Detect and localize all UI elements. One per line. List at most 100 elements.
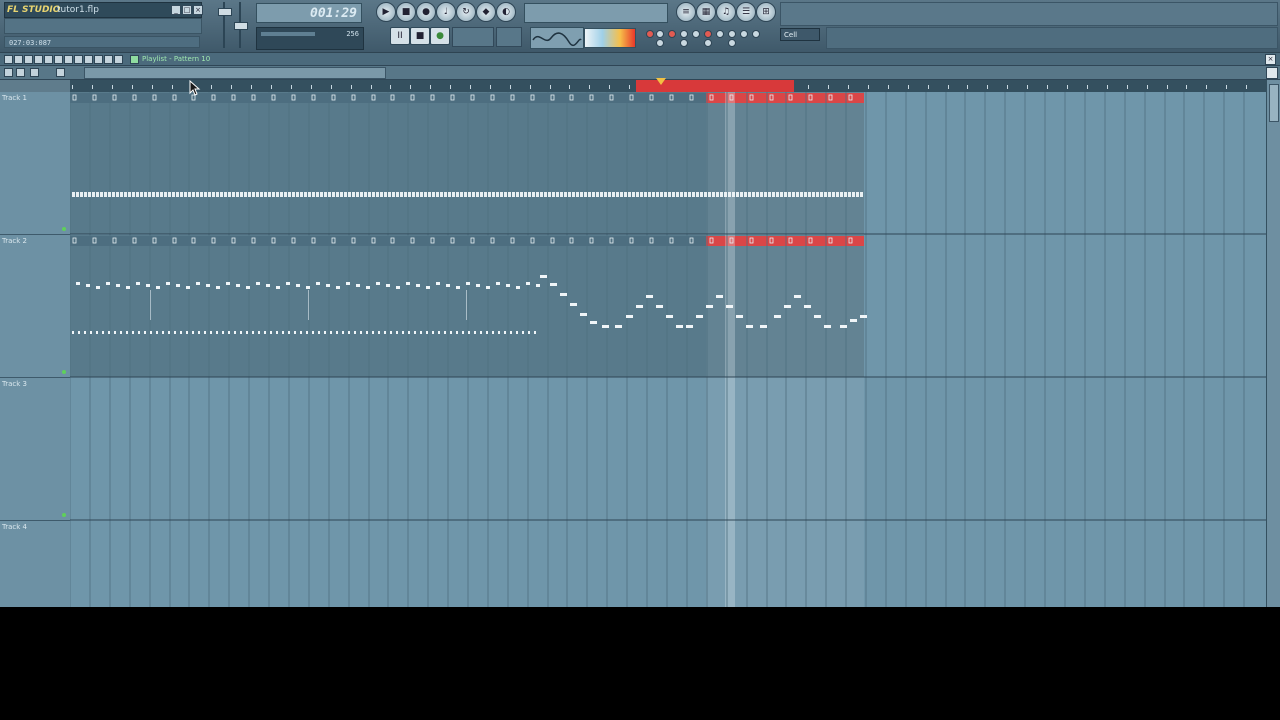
- snap-dot-icon[interactable]: [646, 30, 654, 38]
- snap-dot-icon[interactable]: [680, 39, 688, 47]
- ruler-tick: [908, 85, 909, 89]
- playlist-icon[interactable]: ≡: [676, 2, 696, 22]
- browser-icon[interactable]: ☰: [736, 2, 756, 22]
- snap-dot-icon[interactable]: [740, 30, 748, 38]
- master-volume-slider[interactable]: [218, 2, 232, 48]
- slide-icon[interactable]: [104, 55, 113, 64]
- slider-knob[interactable]: [234, 22, 248, 30]
- playlist-canvas[interactable]: [70, 92, 1266, 607]
- snap-dot-icon[interactable]: [728, 30, 736, 38]
- playback-icon[interactable]: [84, 55, 93, 64]
- playlist-header: Playlist - Pattern 10 ×: [0, 53, 1280, 66]
- vertical-scrollbar[interactable]: [1266, 80, 1280, 607]
- note: [402, 331, 404, 334]
- note: [116, 284, 120, 287]
- brush-icon[interactable]: [24, 55, 33, 64]
- playlist-grid[interactable]: [70, 92, 1266, 607]
- stop-icon[interactable]: ■: [396, 2, 416, 22]
- snap-dot-icon[interactable]: [704, 30, 712, 38]
- delete-icon[interactable]: [34, 55, 43, 64]
- song-position-marker[interactable]: [656, 78, 666, 85]
- snap-dot-icon[interactable]: [656, 30, 664, 38]
- snap-dot-icon[interactable]: [752, 30, 760, 38]
- mute-icon[interactable]: [44, 55, 53, 64]
- snap-dot-icon[interactable]: [716, 30, 724, 38]
- track-mute-led[interactable]: [62, 513, 66, 517]
- zoom-icon[interactable]: [74, 55, 83, 64]
- wave-icon[interactable]: [30, 68, 39, 77]
- select-icon[interactable]: [64, 55, 73, 64]
- loop-icon[interactable]: ↻: [456, 2, 476, 22]
- minimize-icon[interactable]: _: [171, 5, 181, 15]
- mixer-icon[interactable]: ⊞: [756, 2, 776, 22]
- chevron-left-icon[interactable]: [56, 68, 65, 77]
- snap-dot-icon[interactable]: [692, 30, 700, 38]
- note: [414, 331, 416, 334]
- track-header-2[interactable]: Track 2: [0, 235, 70, 378]
- note: [466, 282, 470, 285]
- blend-icon[interactable]: ◐: [496, 2, 516, 22]
- note: [76, 192, 79, 197]
- tempo-button[interactable]: [496, 27, 522, 47]
- snap-dot-icon[interactable]: [668, 30, 676, 38]
- magnet-icon[interactable]: [16, 68, 25, 77]
- note: [252, 331, 254, 334]
- record-button[interactable]: ●: [430, 27, 450, 45]
- note: [456, 286, 460, 289]
- note: [96, 286, 100, 289]
- snap-dot-icon[interactable]: [680, 30, 688, 38]
- note: [256, 192, 259, 197]
- play-icon[interactable]: ▶: [376, 2, 396, 22]
- master-pitch-slider[interactable]: [234, 2, 248, 48]
- track-list: Track 1 Track 2 Track 3 Track 4: [0, 92, 71, 607]
- track-header-1[interactable]: Track 1: [0, 92, 70, 235]
- note: [324, 331, 326, 334]
- slider-knob[interactable]: [218, 8, 232, 16]
- note: [656, 305, 663, 308]
- step-icon[interactable]: ◆: [476, 2, 496, 22]
- metronome-icon[interactable]: ♩: [436, 2, 456, 22]
- maximize-icon[interactable]: □: [182, 5, 192, 15]
- note: [120, 331, 122, 334]
- snap-icon[interactable]: [94, 55, 103, 64]
- slice-icon[interactable]: [54, 55, 63, 64]
- ruler-tick: [172, 85, 173, 89]
- note: [352, 192, 355, 197]
- close-icon[interactable]: ×: [1265, 54, 1276, 65]
- speaker-icon[interactable]: [114, 55, 123, 64]
- note: [222, 331, 224, 334]
- pause-button[interactable]: II: [390, 27, 410, 45]
- note: [80, 192, 83, 197]
- arrow-left-icon[interactable]: [4, 68, 13, 77]
- track-mute-led[interactable]: [62, 227, 66, 231]
- track-header-3[interactable]: Track 3: [0, 378, 70, 521]
- step-sequencer-icon[interactable]: ▦: [696, 2, 716, 22]
- expand-icon[interactable]: [1266, 67, 1278, 79]
- track-header-4[interactable]: Track 4: [0, 521, 70, 607]
- pencil-icon[interactable]: [14, 55, 23, 64]
- snap-select[interactable]: Cell: [780, 28, 820, 41]
- snap-dot-icon[interactable]: [728, 39, 736, 47]
- piano-roll-icon[interactable]: ♫: [716, 2, 736, 22]
- note: [570, 303, 577, 306]
- menu-icon[interactable]: [4, 55, 13, 64]
- ruler-tick: [1186, 85, 1187, 89]
- ruler-tick: [987, 85, 988, 89]
- ruler-tick: [868, 85, 869, 89]
- snap-dot-icon[interactable]: [704, 39, 712, 47]
- pattern-song-switch[interactable]: [452, 27, 494, 47]
- note: [756, 192, 759, 197]
- ruler-tick: [510, 85, 511, 89]
- note: [860, 192, 863, 197]
- note: [464, 192, 467, 197]
- record-icon[interactable]: ●: [416, 2, 436, 22]
- close-icon[interactable]: ×: [193, 5, 203, 15]
- horizontal-scrollbar[interactable]: [84, 67, 386, 79]
- note: [86, 284, 90, 287]
- note: [84, 192, 87, 197]
- snap-dot-icon[interactable]: [656, 39, 664, 47]
- scroll-thumb[interactable]: [1269, 84, 1279, 122]
- playlist-scroll-row: [0, 66, 1280, 80]
- stop-button[interactable]: ■: [410, 27, 430, 45]
- track-mute-led[interactable]: [62, 370, 66, 374]
